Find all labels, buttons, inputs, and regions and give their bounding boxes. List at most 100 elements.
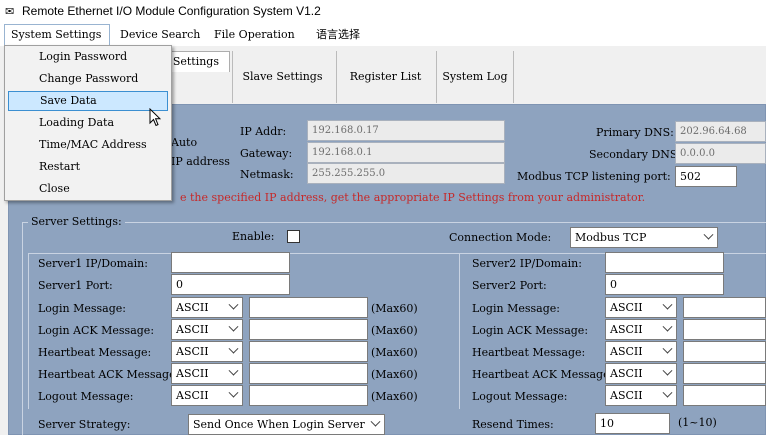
menu-language[interactable]: 语言选择: [310, 24, 366, 46]
chevron-down-icon: [662, 365, 673, 376]
netmask-label: Netmask:: [240, 168, 294, 181]
server1-port-label: Server1 Port:: [38, 279, 113, 292]
server2-ip-input[interactable]: [605, 252, 724, 273]
tab-slave-settings[interactable]: Slave Settings: [232, 51, 332, 103]
enable-checkbox[interactable]: [287, 230, 300, 243]
heartbeat-ack-encoding-select[interactable]: ASCII: [171, 363, 243, 384]
login-message-input[interactable]: [249, 297, 368, 318]
heartbeat-encoding-select[interactable]: ASCII: [171, 341, 243, 362]
chevron-down-icon: [662, 299, 673, 310]
secondary-dns-label: Secondary DNS:: [589, 148, 682, 161]
max-length-note: (Max60): [371, 302, 418, 315]
menu-item-change-password[interactable]: Change Password: [8, 69, 168, 89]
system-settings-dropdown: Login Password Change Password Save Data…: [4, 45, 172, 201]
encoding-value: ASCII: [610, 345, 643, 358]
window-title: Remote Ethernet I/O Module Configuration…: [22, 4, 321, 18]
server-settings-title: Server Settings:: [28, 215, 125, 228]
menu-bar: System Settings Device Search File Opera…: [0, 24, 766, 46]
server2-login-ack-encoding-select[interactable]: ASCII: [605, 319, 677, 340]
primary-dns-label: Primary DNS:: [596, 126, 674, 139]
chevron-down-icon: [228, 365, 239, 376]
menu-device-search[interactable]: Device Search: [114, 24, 206, 46]
tab-register-list[interactable]: Register List: [336, 51, 434, 103]
chevron-down-icon: [228, 299, 239, 310]
chevron-down-icon: [662, 387, 673, 398]
server-strategy-select[interactable]: Send Once When Login Server: [188, 414, 385, 435]
mouse-pointer-icon: [149, 108, 161, 127]
login-ack-message-label: Login ACK Message:: [38, 324, 155, 337]
netmask-field[interactable]: 255.255.255.0: [307, 163, 505, 184]
encoding-value: ASCII: [176, 323, 209, 336]
menu-system-settings[interactable]: System Settings: [4, 24, 110, 46]
heartbeat-ack-message-label: Heartbeat ACK Message:: [38, 368, 180, 381]
max-length-note: (Max60): [371, 324, 418, 337]
resend-range-note: (1~10): [678, 416, 717, 429]
connection-mode-value: Modbus TCP: [575, 231, 647, 244]
ip-mode-fixed-label[interactable]: IP address: [171, 155, 230, 168]
max-length-note: (Max60): [371, 346, 418, 359]
server2-heartbeat-label: Heartbeat Message:: [472, 346, 586, 359]
server2-logout-encoding-select[interactable]: ASCII: [605, 385, 677, 406]
server2-port-label: Server2 Port:: [472, 279, 547, 292]
menu-item-restart[interactable]: Restart: [8, 157, 168, 177]
resend-times-input[interactable]: 10: [595, 413, 670, 434]
server2-heartbeat-encoding-select[interactable]: ASCII: [605, 341, 677, 362]
app-logo-icon: ✉: [5, 5, 15, 18]
menu-file-operation[interactable]: File Operation: [208, 24, 301, 46]
server2-login-ack-label: Login ACK Message:: [472, 324, 589, 337]
encoding-value: ASCII: [176, 301, 209, 314]
logout-message-input[interactable]: [249, 385, 368, 406]
ip-mode-auto-label[interactable]: Auto: [171, 136, 197, 149]
chevron-down-icon: [370, 416, 381, 427]
tcp-port-input[interactable]: 502: [675, 166, 737, 187]
server1-ip-label: Server1 IP/Domain:: [38, 257, 148, 270]
server2-login-message-label: Login Message:: [472, 302, 560, 315]
menu-item-loading-data[interactable]: Loading Data: [8, 113, 168, 133]
resend-times-label: Resend Times:: [472, 418, 554, 431]
menu-item-time-mac-address[interactable]: Time/MAC Address: [8, 135, 168, 155]
server2-heartbeat-ack-encoding-select[interactable]: ASCII: [605, 363, 677, 384]
connection-mode-select[interactable]: Modbus TCP: [570, 227, 718, 248]
server1-ip-input[interactable]: [171, 252, 290, 273]
server1-port-input[interactable]: 0: [171, 274, 290, 295]
logout-message-label: Logout Message:: [38, 390, 134, 403]
server-strategy-value: Send Once When Login Server: [193, 418, 365, 431]
gateway-field[interactable]: 192.168.0.1: [307, 142, 505, 163]
ip-notice-text: e the specified IP address, get the appr…: [180, 191, 646, 204]
tab-system-log[interactable]: System Log: [436, 51, 514, 103]
chevron-down-icon: [662, 321, 673, 332]
chevron-down-icon: [228, 321, 239, 332]
server2-ip-label: Server2 IP/Domain:: [472, 257, 582, 270]
heartbeat-ack-message-input[interactable]: [249, 363, 368, 384]
connection-mode-label: Connection Mode:: [449, 231, 552, 244]
encoding-value: ASCII: [176, 367, 209, 380]
login-message-label: Login Message:: [38, 302, 126, 315]
server2-heartbeat-ack-input[interactable]: [683, 363, 766, 384]
chevron-down-icon: [228, 343, 239, 354]
menu-item-close[interactable]: Close: [8, 179, 168, 199]
chevron-down-icon: [228, 387, 239, 398]
encoding-value: ASCII: [176, 389, 209, 402]
menu-item-login-password[interactable]: Login Password: [8, 47, 168, 67]
primary-dns-field[interactable]: 202.96.64.68: [675, 121, 766, 142]
gateway-label: Gateway:: [240, 147, 293, 160]
server-divider: [459, 253, 460, 409]
encoding-value: ASCII: [610, 323, 643, 336]
server2-login-encoding-select[interactable]: ASCII: [605, 297, 677, 318]
server2-login-ack-input[interactable]: [683, 319, 766, 340]
secondary-dns-field[interactable]: 0.0.0.0: [675, 143, 766, 164]
login-ack-encoding-select[interactable]: ASCII: [171, 319, 243, 340]
login-message-encoding-select[interactable]: ASCII: [171, 297, 243, 318]
menu-item-save-data[interactable]: Save Data: [8, 91, 168, 111]
chevron-down-icon: [703, 229, 714, 240]
server2-port-input[interactable]: 0: [605, 274, 724, 295]
encoding-value: ASCII: [610, 301, 643, 314]
server2-login-message-input[interactable]: [683, 297, 766, 318]
logout-encoding-select[interactable]: ASCII: [171, 385, 243, 406]
server2-heartbeat-input[interactable]: [683, 341, 766, 362]
heartbeat-message-input[interactable]: [249, 341, 368, 362]
login-ack-message-input[interactable]: [249, 319, 368, 340]
server2-logout-input[interactable]: [683, 385, 766, 406]
ip-addr-field[interactable]: 192.168.0.17: [307, 120, 505, 141]
max-length-note: (Max60): [371, 368, 418, 381]
